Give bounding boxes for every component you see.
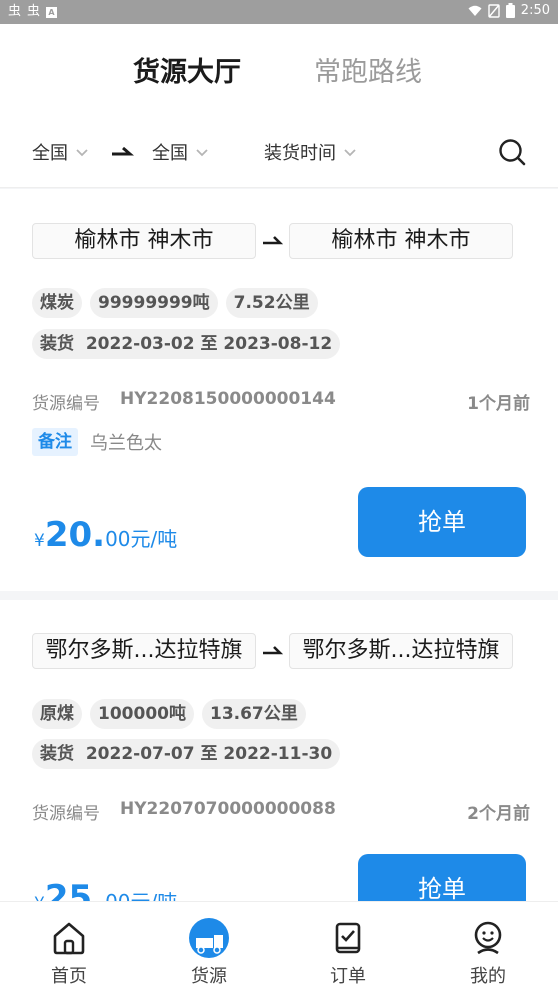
status-notification-icon: A <box>46 6 58 18</box>
cargo-type-tag: 原煤 <box>32 699 82 729</box>
card-divider <box>0 591 558 600</box>
cargo-code: HY2208150000000144 <box>120 389 336 409</box>
cargo-code-label: 货源编号 <box>32 804 100 824</box>
home-icon <box>53 922 85 955</box>
nav-cargo[interactable]: 货源 <box>164 902 254 992</box>
origin-filter-label: 全国 <box>32 143 68 164</box>
nav-profile-label: 我的 <box>470 966 506 987</box>
route-origin: 榆林市 神木市 <box>32 223 256 259</box>
chevron-down-icon <box>196 149 208 157</box>
posted-time: 1个月前 <box>467 394 530 414</box>
bottom-nav: 首页 货源 订单 我的 <box>0 901 558 992</box>
price-integer: 25. <box>44 878 106 902</box>
status-app-icon: 虫 <box>27 4 41 19</box>
grab-order-button[interactable]: 抢单 <box>358 487 526 557</box>
tab-frequent-routes[interactable]: 常跑路线 <box>314 50 422 96</box>
nav-home[interactable]: 首页 <box>24 902 114 992</box>
price: ¥20.00元/吨 <box>34 515 177 555</box>
cargo-code-label: 货源编号 <box>32 394 100 414</box>
cargo-distance-tag: 13.67公里 <box>201 699 306 729</box>
load-time-filter-label: 装货时间 <box>264 143 336 164</box>
nav-cargo-label: 货源 <box>191 966 227 987</box>
route-arrow-icon <box>263 236 283 245</box>
price: ¥25.00元/吨 <box>34 878 177 902</box>
route-destination: 鄂尔多斯...达拉特旗 <box>289 633 513 669</box>
remark: 备注 乌兰色太 <box>32 427 162 457</box>
search-icon[interactable] <box>498 138 526 166</box>
nav-orders-label: 订单 <box>330 966 366 987</box>
cargo-meta: 货源编号 HY2208150000000144 1个月前 <box>32 389 530 415</box>
load-date-row: 装货 2022-07-07 至 2022-11-30 <box>32 739 341 769</box>
grab-order-button[interactable]: 抢单 <box>358 854 526 902</box>
posted-time: 2个月前 <box>467 804 530 824</box>
tab-bar: 货源大厅 常跑路线 <box>0 50 558 96</box>
nav-orders[interactable]: 订单 <box>303 902 393 992</box>
chevron-down-icon <box>344 149 356 157</box>
route-arrow-icon <box>263 646 283 655</box>
cargo-distance-tag: 7.52公里 <box>225 288 318 318</box>
cargo-icon <box>189 918 229 958</box>
cargo-card[interactable]: 榆林市 神木市 榆林市 神木市 煤炭 99999999吨 7.52公里 装货 2… <box>0 189 558 591</box>
status-app-icon: 虫 <box>8 4 22 19</box>
price-integer: 20. <box>44 515 106 555</box>
chevron-down-icon <box>76 149 88 157</box>
load-date-range: 2022-03-02 至 2023-08-12 <box>85 334 333 354</box>
load-date-row: 装货 2022-03-02 至 2023-08-12 <box>32 329 341 359</box>
route-origin: 鄂尔多斯...达拉特旗 <box>32 633 256 669</box>
page: 虫 虫 A 2:50 货源大厅 常跑路线 全国 全国 装货时间 榆林市 神木市 … <box>0 0 558 992</box>
wifi-icon <box>468 5 482 16</box>
no-sim-icon <box>488 3 500 18</box>
status-bar: 虫 虫 A 2:50 <box>0 0 558 24</box>
cargo-weight-tag: 99999999吨 <box>90 288 218 318</box>
load-date-tag: 装货 2022-03-02 至 2023-08-12 <box>32 329 341 359</box>
load-date-label: 装货 <box>40 744 74 764</box>
header: 货源大厅 常跑路线 全国 全国 装货时间 <box>0 24 558 188</box>
cargo-card[interactable]: 鄂尔多斯...达拉特旗 鄂尔多斯...达拉特旗 原煤 100000吨 13.67… <box>0 600 558 902</box>
price-decimal-unit: 00元/吨 <box>105 527 178 551</box>
remark-label: 备注 <box>32 428 78 456</box>
battery-icon <box>505 3 515 18</box>
route: 榆林市 神木市 榆林市 神木市 <box>32 223 514 259</box>
order-icon <box>335 922 361 954</box>
cargo-tags: 煤炭 99999999吨 7.52公里 <box>32 288 318 318</box>
profile-icon <box>474 921 502 955</box>
price-currency: ¥ <box>34 531 45 551</box>
nav-profile[interactable]: 我的 <box>443 902 533 992</box>
status-time: 2:50 <box>520 3 550 18</box>
destination-filter-label: 全国 <box>152 143 188 164</box>
tab-cargo-hall[interactable]: 货源大厅 <box>133 50 241 96</box>
route-destination: 榆林市 神木市 <box>289 223 513 259</box>
route-arrow-icon <box>110 132 134 172</box>
cargo-type-tag: 煤炭 <box>32 288 82 318</box>
cargo-code: HY2207070000000088 <box>120 799 336 819</box>
nav-home-label: 首页 <box>51 966 87 987</box>
cargo-meta: 货源编号 HY2207070000000088 2个月前 <box>32 799 530 825</box>
load-time-filter[interactable]: 装货时间 <box>264 132 358 172</box>
origin-filter[interactable]: 全国 <box>32 132 90 172</box>
destination-filter[interactable]: 全国 <box>152 132 210 172</box>
route: 鄂尔多斯...达拉特旗 鄂尔多斯...达拉特旗 <box>32 633 514 669</box>
load-date-label: 装货 <box>40 334 74 354</box>
remark-text: 乌兰色太 <box>90 433 162 454</box>
load-date-tag: 装货 2022-07-07 至 2022-11-30 <box>32 739 341 769</box>
cargo-tags: 原煤 100000吨 13.67公里 <box>32 699 306 729</box>
filter-bar: 全国 全国 装货时间 <box>0 132 558 172</box>
cargo-weight-tag: 100000吨 <box>90 699 194 729</box>
load-date-range: 2022-07-07 至 2022-11-30 <box>85 744 333 764</box>
